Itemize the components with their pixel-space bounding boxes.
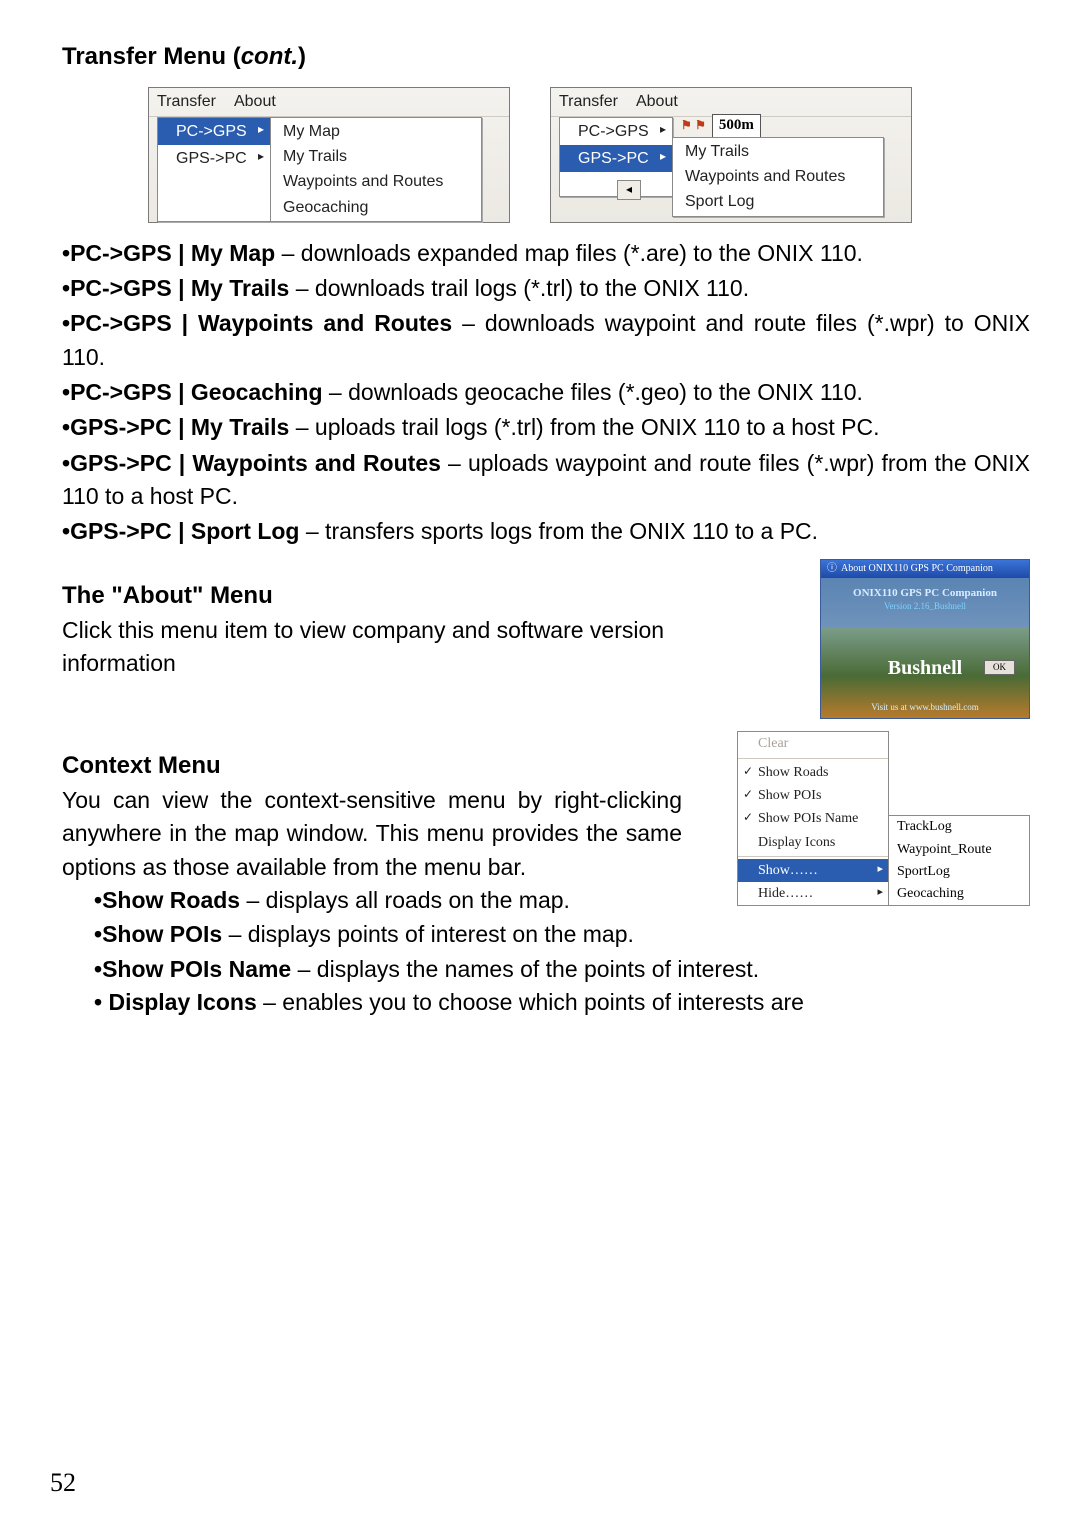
map-toolbar: ⚑ ⚑ 500m [681,116,909,136]
back-button[interactable]: ◂ [617,180,641,200]
ctx-show-pois-name[interactable]: Show POIs Name [738,807,888,830]
page-number: 52 [50,1464,76,1502]
chevron-right-icon: ▸ [877,885,883,901]
menu-pc-to-gps: Transfer About PC->GPS▸ GPS->PC▸ My Map … [148,87,510,223]
desc-lead: PC->GPS | My Trails [70,275,289,301]
desc-lead: PC->GPS | Waypoints and Routes [70,310,452,336]
chevron-right-icon: ▸ [877,862,883,878]
menu-transfer[interactable]: Transfer [559,90,618,113]
title-prefix: Transfer Menu ( [62,43,241,70]
desc-text: – downloads geocache files (*.geo) to th… [323,379,863,405]
submenu-col1: PC->GPS▸ GPS->PC▸ [157,117,271,222]
bullet-text: – displays the names of the points of in… [291,956,759,982]
submenu-col1: PC->GPS▸ GPS->PC▸ [559,117,673,197]
transfer-descriptions: PC->GPS | My Map – downloads expanded ma… [62,237,1030,549]
menuitem-pc-gps[interactable]: PC->GPS▸ [158,118,270,145]
about-heading: The "About" Menu [62,579,802,614]
chevron-right-icon: ▸ [258,121,264,138]
menubar: Transfer About [149,88,509,117]
chevron-right-icon: ▸ [660,148,666,165]
context-bullets: Show Roads – displays all roads on the m… [94,884,719,951]
menuitem-my-map[interactable]: My Map [271,119,481,144]
menuitem-waypoints-routes[interactable]: Waypoints and Routes [271,169,481,194]
title-suffix: ) [298,43,306,70]
flag-icon: ⚑ ⚑ [681,117,706,134]
menu-about[interactable]: About [636,90,678,113]
bullet-lead: Show Roads [102,887,240,913]
ctx-geocaching[interactable]: Geocaching [889,883,1029,905]
desc-text: – downloads trail logs (*.trl) to the ON… [289,275,749,301]
context-text: You can view the context-sensitive menu … [62,784,682,884]
menu-screenshots: Transfer About PC->GPS▸ GPS->PC▸ My Map … [30,87,1030,223]
dialog-title: About ONIX110 GPS PC Companion [841,562,993,577]
bullet-text: – enables you to choose which points of … [257,989,804,1015]
submenu-col2: My Map My Trails Waypoints and Routes Ge… [270,117,482,222]
menuitem-waypoints-routes[interactable]: Waypoints and Routes [673,164,883,189]
desc-lead: GPS->PC | Waypoints and Routes [70,450,441,476]
desc-text: – downloads expanded map files (*.are) t… [275,240,863,266]
ctx-clear: Clear [738,732,888,755]
desc-lead: GPS->PC | My Trails [70,414,289,440]
ok-button[interactable]: OK [984,660,1015,675]
context-heading: Context Menu [62,749,719,784]
menuitem-my-trails[interactable]: My Trails [673,139,883,164]
chevron-right-icon: ▸ [660,121,666,138]
about-text: Click this menu item to view company and… [62,614,682,681]
info-icon: ⓘ [827,562,837,577]
ctx-show-roads[interactable]: Show Roads [738,761,888,784]
submenu-col2: My Trails Waypoints and Routes Sport Log [672,137,884,217]
dialog-titlebar: ⓘ About ONIX110 GPS PC Companion [821,560,1029,579]
desc-lead: PC->GPS | My Map [70,240,275,266]
chevron-right-icon: ▸ [258,148,264,165]
title-italic: cont. [241,43,298,70]
ctx-display-icons[interactable]: Display Icons [738,831,888,854]
menu-transfer[interactable]: Transfer [157,90,216,113]
menubar: Transfer About [551,88,911,117]
scale-box: 500m [712,114,761,138]
context-submenu: TrackLog Waypoint_Route SportLog Geocach… [888,815,1030,906]
separator [738,856,888,857]
ctx-waypoint-route[interactable]: Waypoint_Route [889,839,1029,861]
page-title: Transfer Menu (cont.) [62,40,1030,75]
menuitem-gps-pc[interactable]: GPS->PC▸ [560,145,672,172]
bullet-text: – displays all roads on the map. [240,887,570,913]
menuitem-gps-pc[interactable]: GPS->PC▸ [158,145,270,172]
menu-about[interactable]: About [234,90,276,113]
menuitem-sport-log[interactable]: Sport Log [673,189,883,214]
bullet-lead: Display Icons [108,989,256,1015]
ctx-tracklog[interactable]: TrackLog [889,816,1029,838]
about-version: Version 2.16_Bushnell [821,600,1029,613]
ctx-sportlog[interactable]: SportLog [889,861,1029,883]
bullet-lead: Show POIs Name [102,956,291,982]
ctx-show[interactable]: Show……▸ [738,859,888,882]
desc-lead: GPS->PC | Sport Log [70,518,299,544]
about-dialog: ⓘ About ONIX110 GPS PC Companion ONIX110… [820,559,1030,720]
context-menu-screenshot: Clear Show Roads Show POIs Show POIs Nam… [737,725,1030,906]
bullet-lead: Show POIs [102,921,222,947]
about-url: Visit us at www.bushnell.com [821,701,1029,714]
menuitem-geocaching[interactable]: Geocaching [271,195,481,220]
separator [738,758,888,759]
desc-text: – uploads trail logs (*.trl) from the ON… [289,414,879,440]
context-bullets-cont: Show POIs Name – displays the names of t… [94,953,1030,986]
ctx-hide[interactable]: Hide……▸ [738,882,888,905]
desc-text: – transfers sports logs from the ONIX 11… [299,518,818,544]
context-bullet-last: Display Icons – enables you to choose wh… [94,986,1030,1019]
bullet-text: – displays points of interest on the map… [222,921,634,947]
desc-lead: PC->GPS | Geocaching [70,379,322,405]
context-menu: Clear Show Roads Show POIs Show POIs Nam… [737,731,889,906]
menu-gps-to-pc: Transfer About ⚑ ⚑ 500m PC->GPS▸ GPS->PC… [550,87,912,223]
menuitem-pc-gps[interactable]: PC->GPS▸ [560,118,672,145]
menuitem-my-trails[interactable]: My Trails [271,144,481,169]
ctx-show-pois[interactable]: Show POIs [738,784,888,807]
